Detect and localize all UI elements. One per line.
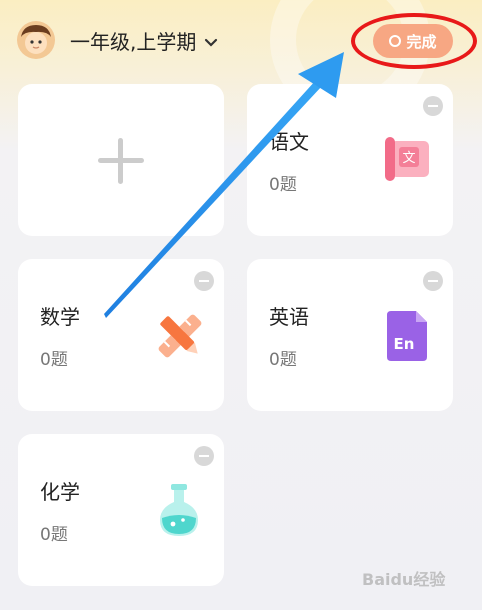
- add-subject-card[interactable]: [18, 84, 224, 236]
- minus-circle-icon[interactable]: [194, 271, 214, 291]
- subject-name: 英语: [269, 305, 309, 329]
- chevron-down-icon: [204, 29, 218, 53]
- subject-count: 0题: [269, 350, 297, 370]
- subject-name: 数学: [40, 305, 80, 329]
- scroll-book-icon: 文: [382, 134, 432, 188]
- watermark: Baidu经验: [362, 570, 446, 589]
- flask-icon: [156, 482, 202, 542]
- subject-card-chemistry[interactable]: 化学 0题: [18, 434, 224, 586]
- callout-ring: [351, 13, 477, 69]
- minus-circle-icon[interactable]: [423, 96, 443, 116]
- minus-circle-icon[interactable]: [423, 271, 443, 291]
- avatar[interactable]: [17, 21, 55, 59]
- subject-count: 0题: [40, 350, 68, 370]
- en-book-icon: En: [384, 309, 430, 367]
- english-icon-text: En: [394, 335, 415, 353]
- minus-circle-icon[interactable]: [194, 446, 214, 466]
- subject-card-math[interactable]: 数学 0题: [18, 259, 224, 411]
- ruler-pencil-icon: [153, 309, 207, 367]
- grade-selector[interactable]: 一年级,上学期: [70, 26, 218, 55]
- subject-name: 化学: [40, 480, 80, 504]
- chinese-icon-text: 文: [402, 151, 415, 166]
- subject-count: 0题: [40, 525, 68, 545]
- subject-name: 语文: [269, 130, 309, 154]
- subject-card-chinese[interactable]: 语文 0题 文: [247, 84, 453, 236]
- subject-count: 0题: [269, 175, 297, 195]
- grade-selector-label: 一年级,上学期: [70, 30, 197, 54]
- subject-card-english[interactable]: 英语 0题 En: [247, 259, 453, 411]
